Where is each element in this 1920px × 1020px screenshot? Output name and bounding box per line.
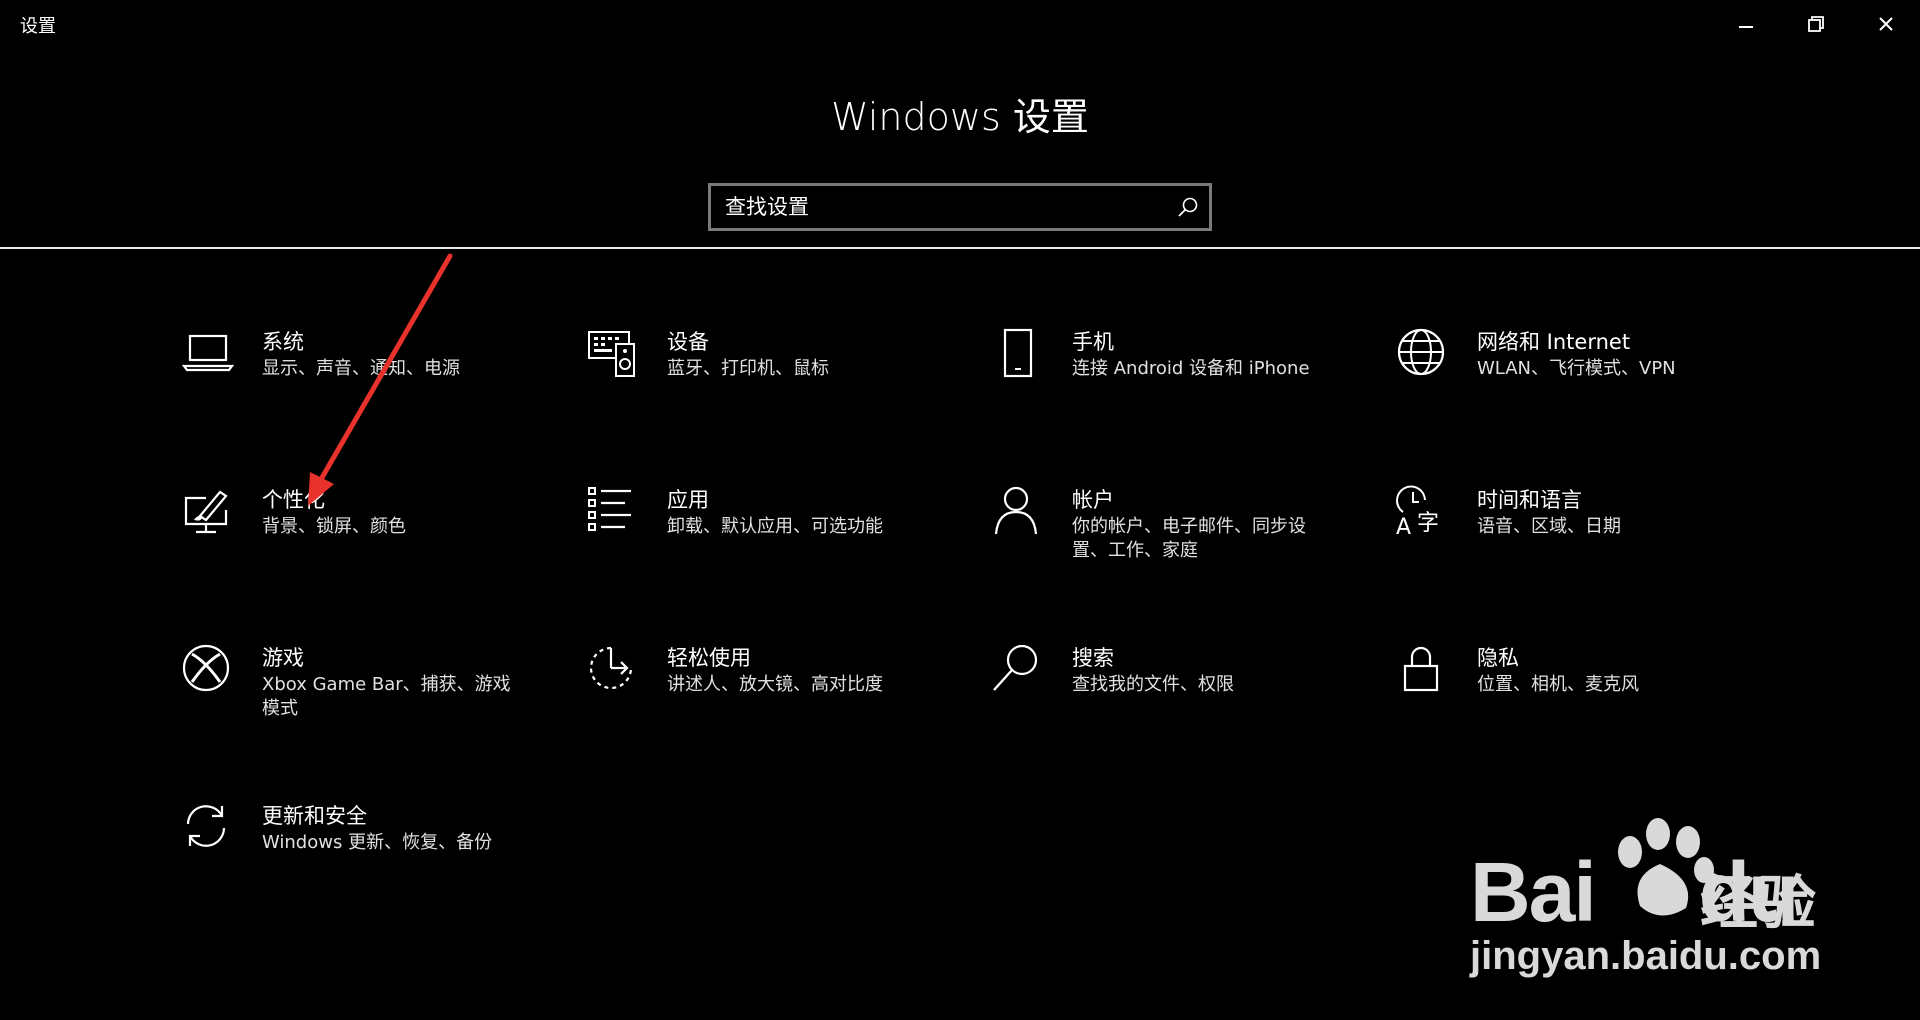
- search-input[interactable]: [711, 186, 1165, 228]
- tile-desc: 讲述人、放大镜、高对比度: [667, 674, 883, 695]
- watermark-url: jingyan.baidu.com: [1470, 934, 1822, 978]
- tile-title: 轻松使用: [667, 646, 751, 670]
- svg-text:字: 字: [1417, 511, 1439, 536]
- ease-of-access-icon: [585, 642, 645, 698]
- tile-desc: 卸载、默认应用、可选功能: [667, 516, 883, 537]
- tile-desc: 蓝牙、打印机、鼠标: [667, 358, 829, 379]
- minimize-icon: [1739, 26, 1753, 28]
- magnifier-icon: [990, 642, 1050, 698]
- tile-desc: WLAN、飞行模式、VPN: [1477, 358, 1676, 379]
- close-icon: [1879, 17, 1893, 31]
- tile-devices[interactable]: 设备 蓝牙、打印机、鼠标: [585, 322, 965, 462]
- tile-desc: Windows 更新、恢复、备份: [262, 832, 493, 853]
- tile-accounts[interactable]: 帐户 你的帐户、电子邮件、同步设置、工作、家庭: [990, 480, 1370, 620]
- tile-update-security[interactable]: 更新和安全 Windows 更新、恢复、备份: [180, 796, 560, 936]
- search-icon[interactable]: [1177, 196, 1199, 218]
- title-bar: 设置: [0, 0, 1920, 48]
- tile-phone[interactable]: 手机 连接 Android 设备和 iPhone: [990, 322, 1370, 462]
- tile-search[interactable]: 搜索 查找我的文件、权限: [990, 638, 1370, 778]
- tile-network[interactable]: 网络和 Internet WLAN、飞行模式、VPN: [1395, 322, 1775, 462]
- tile-title: 帐户: [1072, 488, 1114, 512]
- restore-button[interactable]: [1782, 0, 1850, 48]
- tile-gaming[interactable]: 游戏 Xbox Game Bar、捕获、游戏模式: [180, 638, 560, 778]
- lock-icon: [1395, 642, 1455, 698]
- tile-title: 应用: [667, 488, 709, 512]
- laptop-icon: [180, 326, 240, 382]
- tile-title: 更新和安全: [262, 804, 367, 828]
- tile-desc: 你的帐户、电子邮件、同步设置、工作、家庭: [1072, 516, 1306, 561]
- header-divider: [0, 247, 1920, 249]
- tile-title: 设备: [667, 330, 709, 354]
- time-language-icon: A字: [1395, 484, 1455, 540]
- person-icon: [990, 484, 1050, 540]
- baidu-watermark: Bai du 经验 jingyan.baidu.com: [1470, 806, 1830, 986]
- tile-title: 隐私: [1477, 646, 1519, 670]
- search-box[interactable]: [708, 183, 1212, 231]
- restore-icon: [1808, 16, 1824, 32]
- phone-icon: [990, 326, 1050, 382]
- sync-icon: [180, 800, 240, 856]
- tile-title: 搜索: [1072, 646, 1114, 670]
- tile-desc: 语音、区域、日期: [1477, 516, 1621, 537]
- xbox-icon: [180, 642, 240, 698]
- watermark-cn: 经验: [1700, 869, 1817, 937]
- personalization-icon: [180, 484, 240, 540]
- tile-desc: 位置、相机、麦克风: [1477, 674, 1639, 695]
- tile-title: 手机: [1072, 330, 1114, 354]
- page-title: Windows 设置: [831, 95, 1089, 139]
- tile-title: 游戏: [262, 646, 304, 670]
- tile-ease-of-access[interactable]: 轻松使用 讲述人、放大镜、高对比度: [585, 638, 965, 778]
- devices-icon: [585, 326, 645, 382]
- window-title: 设置: [20, 16, 56, 37]
- tile-privacy[interactable]: 隐私 位置、相机、麦克风: [1395, 638, 1775, 778]
- tile-desc: Xbox Game Bar、捕获、游戏模式: [262, 674, 511, 719]
- annotation-arrow: [308, 253, 453, 506]
- tile-desc: 查找我的文件、权限: [1072, 674, 1234, 695]
- tile-desc: 连接 Android 设备和 iPhone: [1072, 358, 1310, 379]
- tile-apps[interactable]: 应用 卸载、默认应用、可选功能: [585, 480, 965, 620]
- tile-time-language[interactable]: A字 时间和语言 语音、区域、日期: [1395, 480, 1775, 620]
- globe-icon: [1395, 326, 1455, 382]
- tile-desc: 背景、锁屏、颜色: [262, 516, 406, 537]
- svg-text:A: A: [1396, 515, 1411, 540]
- close-button[interactable]: [1852, 0, 1920, 48]
- minimize-button[interactable]: [1712, 0, 1780, 48]
- apps-list-icon: [585, 484, 645, 540]
- tile-title: 网络和 Internet: [1477, 330, 1631, 354]
- tile-title: 时间和语言: [1477, 488, 1582, 512]
